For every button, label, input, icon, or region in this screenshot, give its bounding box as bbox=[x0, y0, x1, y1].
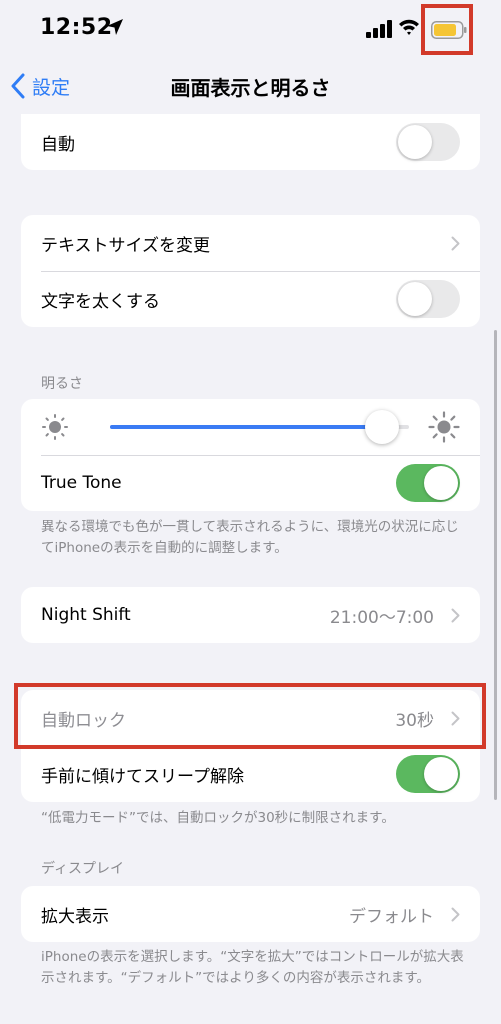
auto-lock-row[interactable]: 自動ロック 30秒 bbox=[21, 690, 480, 746]
night-shift-value: 21:00〜7:00 bbox=[329, 607, 434, 628]
status-time: 12:52 bbox=[40, 15, 113, 40]
bold-text-row: 文字を太くする bbox=[21, 271, 480, 327]
true-tone-label: True Tone bbox=[41, 473, 122, 493]
brightness-slider[interactable] bbox=[110, 410, 409, 444]
display-section-header: ディスプレイ bbox=[41, 861, 125, 877]
scroll-indicator[interactable] bbox=[494, 330, 497, 800]
location-arrow-icon bbox=[107, 19, 123, 35]
cellular-signal-icon bbox=[366, 20, 392, 38]
brightness-high-icon bbox=[428, 411, 460, 443]
display-zoom-label: 拡大表示 bbox=[41, 906, 109, 927]
night-shift-row[interactable]: Night Shift 21:00〜7:00 bbox=[21, 587, 480, 643]
raise-to-wake-row: 手前に傾けてスリープ解除 bbox=[21, 746, 480, 802]
auto-lock-value: 30秒 bbox=[395, 710, 434, 731]
low-power-footer: “低電力モード”では、自動ロックが30秒に制限されます。 bbox=[41, 810, 395, 826]
text-size-label: テキストサイズを変更 bbox=[41, 235, 210, 256]
chevron-right-icon bbox=[451, 608, 460, 622]
navigation-bar: 設定 画面表示と明るさ bbox=[0, 62, 501, 112]
bold-text-toggle[interactable] bbox=[396, 280, 460, 318]
lock-group: 自動ロック 30秒 手前に傾けてスリープ解除 bbox=[21, 690, 480, 802]
true-tone-row: True Tone bbox=[21, 455, 480, 511]
brightness-slider-row bbox=[21, 399, 480, 455]
display-zoom-value: デフォルト bbox=[349, 906, 434, 927]
display-zoom-group: 拡大表示 デフォルト bbox=[21, 886, 480, 942]
raise-to-wake-toggle[interactable] bbox=[396, 755, 460, 793]
appearance-auto-group: 自動 bbox=[21, 114, 480, 170]
brightness-group: True Tone bbox=[21, 399, 480, 511]
auto-appearance-row: 自動 bbox=[21, 114, 480, 170]
page-title: 画面表示と明るさ bbox=[170, 76, 331, 100]
brightness-low-icon bbox=[42, 414, 68, 440]
toggle-knob bbox=[424, 757, 458, 791]
brightness-slider-fill bbox=[110, 425, 383, 429]
chevron-right-icon bbox=[451, 711, 460, 725]
chevron-right-icon bbox=[451, 236, 460, 250]
status-bar: 12:52 bbox=[0, 0, 501, 62]
auto-lock-label: 自動ロック bbox=[41, 710, 126, 731]
brightness-slider-thumb[interactable] bbox=[365, 410, 400, 444]
chevron-right-icon bbox=[451, 907, 460, 921]
night-shift-group: Night Shift 21:00〜7:00 bbox=[21, 587, 480, 643]
toggle-knob bbox=[424, 466, 458, 500]
display-zoom-footer: iPhoneの表示を選択します。“文字を拡大”ではコントロールが拡大表示されます… bbox=[41, 949, 464, 986]
auto-appearance-toggle[interactable] bbox=[396, 123, 460, 161]
true-tone-toggle[interactable] bbox=[396, 464, 460, 502]
text-settings-group: テキストサイズを変更 文字を太くする bbox=[21, 215, 480, 327]
true-tone-footer: 異なる環境でも色が一貫して表示されるように、環境光の状況に応じてiPhoneの表… bbox=[41, 519, 459, 556]
auto-appearance-label: 自動 bbox=[41, 134, 75, 155]
toggle-knob bbox=[398, 282, 432, 316]
raise-to-wake-label: 手前に傾けてスリープ解除 bbox=[41, 766, 244, 787]
brightness-section-header: 明るさ bbox=[41, 376, 83, 392]
text-size-row[interactable]: テキストサイズを変更 bbox=[21, 215, 480, 271]
night-shift-label: Night Shift bbox=[41, 605, 131, 625]
bold-text-label: 文字を太くする bbox=[41, 291, 160, 312]
battery-highlight-box bbox=[421, 4, 473, 55]
wifi-icon bbox=[399, 19, 419, 35]
display-zoom-row[interactable]: 拡大表示 デフォルト bbox=[21, 886, 480, 942]
toggle-knob bbox=[398, 125, 432, 159]
